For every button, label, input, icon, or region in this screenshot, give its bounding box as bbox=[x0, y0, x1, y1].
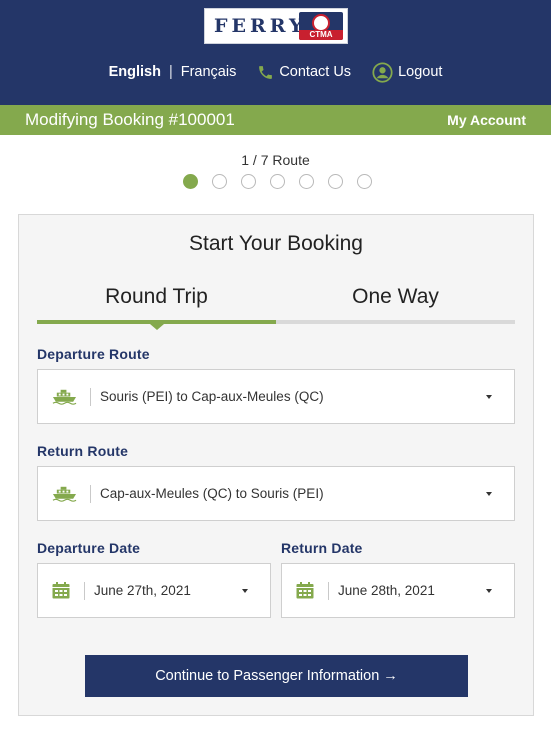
lang-separator: | bbox=[168, 64, 173, 80]
return-route-value: Cap-aux-Meules (QC) to Souris (PEI) bbox=[100, 486, 324, 501]
calendar-icon bbox=[282, 582, 328, 599]
departure-date-label: Departure Date bbox=[37, 540, 141, 556]
step-dot-3 bbox=[241, 174, 256, 189]
step-dot-5 bbox=[299, 174, 314, 189]
top-nav: English | Français Contact Us Logout bbox=[0, 60, 551, 84]
departure-route-label: Departure Route bbox=[37, 346, 150, 362]
step-dot-7 bbox=[357, 174, 372, 189]
my-account-link[interactable]: My Account bbox=[447, 112, 526, 128]
step-dot-4 bbox=[270, 174, 285, 189]
tab-one-way[interactable]: One Way bbox=[276, 279, 515, 321]
step-dot-1 bbox=[183, 174, 198, 189]
user-avatar-icon bbox=[372, 61, 393, 83]
trip-type-tabs: Round Trip One Way bbox=[37, 279, 515, 330]
ferry-icon bbox=[38, 389, 90, 405]
logout-link[interactable]: Logout bbox=[372, 61, 443, 83]
ctma-badge: CTMA bbox=[299, 12, 343, 40]
return-date-picker[interactable]: June 28th, 2021 bbox=[281, 563, 515, 618]
tab-round-trip[interactable]: Round Trip bbox=[37, 279, 276, 321]
select-divider bbox=[90, 484, 91, 503]
card-title: Start Your Booking bbox=[189, 232, 363, 255]
inactive-tab-underline bbox=[276, 320, 515, 324]
logo-badge-label: CTMA bbox=[299, 30, 343, 40]
lang-english[interactable]: English bbox=[109, 64, 161, 80]
departure-route-value: Souris (PEI) to Cap-aux-Meules (QC) bbox=[100, 389, 324, 404]
step-indicator-label: 1 / 7 Route bbox=[241, 152, 310, 168]
return-route-label: Return Route bbox=[37, 443, 129, 459]
phone-icon bbox=[259, 65, 273, 79]
chevron-down-icon bbox=[486, 491, 492, 496]
chevron-down-icon bbox=[486, 394, 492, 399]
departure-date-picker[interactable]: June 27th, 2021 bbox=[37, 563, 271, 618]
continue-button[interactable]: Continue to Passenger Information → bbox=[85, 655, 468, 697]
return-route-select[interactable]: Cap-aux-Meules (QC) to Souris (PEI) bbox=[37, 466, 515, 521]
ferry-logo[interactable]: FERRY CTMA bbox=[204, 8, 348, 44]
return-date-value: June 28th, 2021 bbox=[338, 583, 435, 598]
contact-us-link[interactable]: Contact Us bbox=[257, 64, 351, 81]
step-dot-6 bbox=[328, 174, 343, 189]
booking-card: Start Your Booking Round Trip One Way De… bbox=[18, 214, 534, 716]
chevron-down-icon bbox=[242, 588, 248, 593]
chevron-down-icon bbox=[486, 588, 492, 593]
select-divider bbox=[90, 387, 91, 406]
active-tab-caret-icon bbox=[150, 324, 164, 330]
step-dot-2 bbox=[212, 174, 227, 189]
contact-us-label: Contact Us bbox=[279, 64, 352, 80]
return-date-label: Return Date bbox=[281, 540, 363, 556]
lang-french[interactable]: Français bbox=[181, 64, 237, 80]
select-divider bbox=[84, 581, 85, 600]
departure-date-value: June 27th, 2021 bbox=[94, 583, 191, 598]
logo-text: FERRY bbox=[214, 15, 307, 37]
step-progress-dots bbox=[183, 174, 372, 189]
booking-title: Modifying Booking #100001 bbox=[25, 110, 235, 129]
site-header: FERRY CTMA English | Français Contact Us… bbox=[0, 0, 551, 105]
ferry-icon bbox=[38, 486, 90, 502]
select-divider bbox=[328, 581, 329, 600]
booking-status-bar: Modifying Booking #100001 My Account bbox=[0, 105, 551, 135]
logout-label: Logout bbox=[398, 64, 443, 80]
departure-route-select[interactable]: Souris (PEI) to Cap-aux-Meules (QC) bbox=[37, 369, 515, 424]
calendar-icon bbox=[38, 582, 84, 599]
